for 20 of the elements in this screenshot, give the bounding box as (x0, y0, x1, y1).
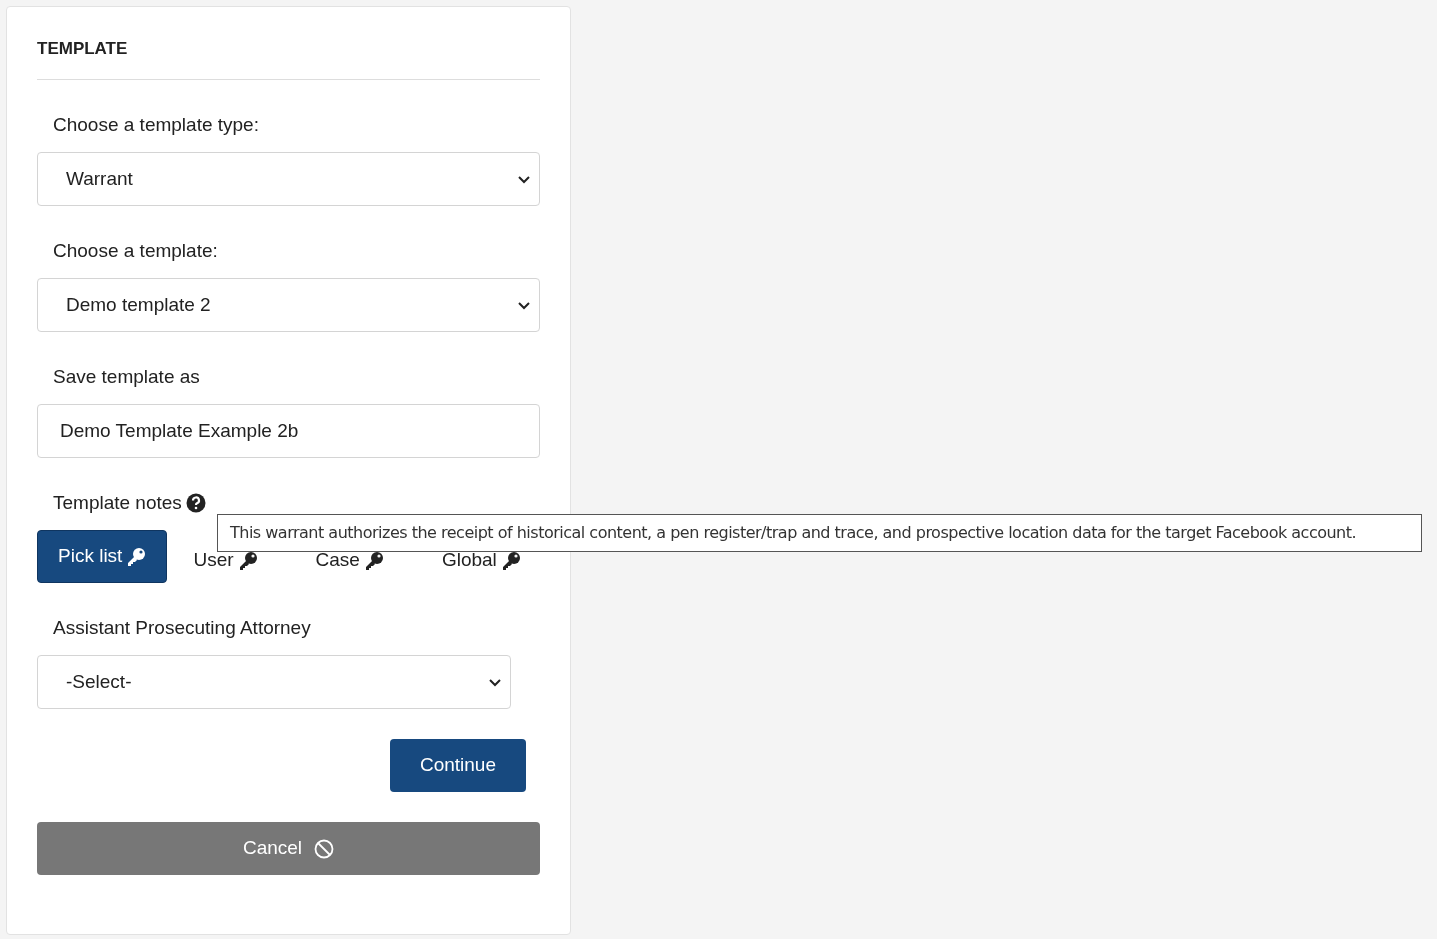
key-icon (126, 546, 147, 567)
tooltip: This warrant authorizes the receipt of historical content, a pen register/trap and trace, and prospective location data for the target Facebook account. (217, 514, 1422, 552)
field-label: Choose a template: (52, 239, 219, 263)
key-icon (500, 550, 521, 571)
prohibited-icon (314, 838, 335, 859)
field-label: Assistant Prosecuting Attorney (52, 616, 312, 640)
dropdown[interactable]: -Select- (37, 655, 511, 709)
field-label: Save template as (52, 365, 201, 389)
cancel-button[interactable]: Cancel (37, 822, 540, 875)
key-icon (363, 550, 384, 571)
help-icon[interactable] (185, 493, 206, 513)
dropdown[interactable]: Demo template 2 (37, 278, 540, 332)
continue-button[interactable]: Continue (389, 739, 526, 792)
field-label: Template notes (53, 490, 182, 515)
panel-title: TEMPLATE (37, 39, 540, 80)
key-icon (237, 550, 258, 571)
field-label: Choose a template type: (52, 113, 260, 137)
text-field[interactable]: Demo Template Example 2b (37, 404, 540, 458)
tab[interactable]: Pick list (37, 530, 168, 583)
dropdown[interactable]: Warrant (37, 152, 540, 206)
